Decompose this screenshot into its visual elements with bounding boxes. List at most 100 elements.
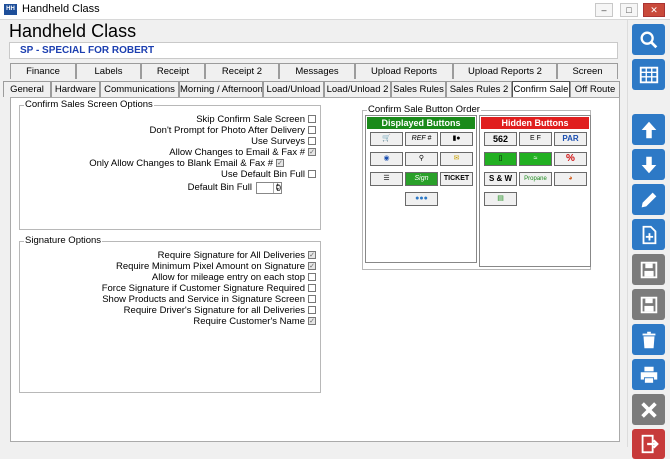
edit-button[interactable] [632, 184, 665, 215]
ref-number-icon[interactable]: REF # [405, 132, 438, 146]
checkbox[interactable] [308, 115, 316, 123]
group-label: Confirm Sales Screen Options [24, 99, 154, 110]
tab-receipt-2[interactable]: Receipt 2 [205, 63, 279, 79]
sw-icon[interactable]: S & W [484, 172, 517, 186]
notebook-icon[interactable]: ▤ [484, 192, 517, 206]
id-card-icon[interactable]: ▯ [484, 152, 517, 166]
option-dont-prompt-photo[interactable]: Don't Prompt for Photo After Delivery [150, 125, 316, 136]
option-use-surveys[interactable]: Use Surveys [251, 136, 316, 147]
checkbox[interactable] [308, 306, 316, 314]
tab-row-2: General Hardware Communications Morning … [3, 81, 621, 97]
tab-sales-rules-2[interactable]: Sales Rules 2 [446, 81, 512, 97]
option-allow-email-fax-changes[interactable]: Allow Changes to Email & Fax # ✓ [169, 147, 316, 158]
tab-hardware[interactable]: Hardware [51, 81, 100, 97]
checkbox[interactable] [308, 126, 316, 134]
confirm-sale-panel: Confirm Sales Screen Options Skip Confir… [10, 97, 620, 442]
page-title: Handheld Class [9, 21, 137, 41]
tab-receipt[interactable]: Receipt [141, 63, 205, 79]
option-require-driver-signature[interactable]: Require Driver's Signature for all Deliv… [124, 305, 316, 316]
tab-confirm-sale[interactable]: Confirm Sale [512, 81, 570, 97]
option-mileage-entry[interactable]: Allow for mileage entry on each stop [152, 272, 316, 283]
tab-upload-reports-2[interactable]: Upload Reports 2 [453, 63, 557, 79]
move-down-button[interactable] [632, 149, 665, 180]
propane-icon[interactable]: Propane [519, 172, 552, 186]
envelope-icon[interactable]: ✉ [440, 152, 473, 166]
tab-upload-reports[interactable]: Upload Reports [355, 63, 453, 79]
checkbox-checked[interactable]: ✓ [308, 317, 316, 325]
save-new-icon [640, 261, 657, 278]
arrow-down-icon [641, 156, 656, 173]
tab-off-route[interactable]: Off Route [570, 81, 620, 97]
page-count-icon[interactable]: ▮● [440, 132, 473, 146]
globe-icon[interactable]: ◉ [370, 152, 403, 166]
checkbox[interactable] [308, 170, 316, 178]
tab-sales-rules[interactable]: Sales Rules [391, 81, 446, 97]
default-bin-full-stepper[interactable]: 0 ▲ ▼ [256, 182, 282, 194]
checkbox[interactable] [308, 284, 316, 292]
minimize-button[interactable]: – [595, 3, 613, 17]
search-button[interactable] [632, 24, 665, 55]
wifi-icon[interactable]: ≈ [519, 152, 552, 166]
ticket-icon[interactable]: TICKET [440, 172, 473, 186]
delete-button[interactable] [632, 324, 665, 355]
par-icon[interactable]: PAR [554, 132, 587, 146]
option-skip-confirm-sale[interactable]: Skip Confirm Sale Screen [196, 114, 316, 125]
tab-finance[interactable]: Finance [10, 63, 76, 79]
exit-button[interactable] [632, 429, 665, 459]
main-area: Handheld Class SP - SPECIAL FOR ROBERT F… [0, 20, 627, 447]
option-min-pixel-signature[interactable]: Require Minimum Pixel Amount on Signatur… [116, 261, 316, 272]
tab-morning-afternoon[interactable]: Morning / Afternoon [179, 81, 263, 97]
odometer-icon[interactable]: 562 [484, 132, 517, 146]
move-up-button[interactable] [632, 114, 665, 145]
record-subtitle: SP - SPECIAL FOR ROBERT [9, 42, 618, 59]
option-force-signature[interactable]: Force Signature if Customer Signature Re… [102, 283, 316, 294]
percent-icon[interactable]: % [554, 152, 587, 166]
tab-messages[interactable]: Messages [279, 63, 355, 79]
group-label: Confirm Sale Button Order [367, 104, 481, 115]
hidden-buttons-header: Hidden Buttons [481, 117, 589, 129]
option-show-products-services[interactable]: Show Products and Service in Signature S… [102, 294, 316, 305]
checkbox-checked[interactable]: ✓ [276, 159, 284, 167]
checkbox-checked[interactable]: ✓ [308, 262, 316, 270]
tab-labels[interactable]: Labels [76, 63, 141, 79]
checkbox-checked[interactable]: ✓ [308, 251, 316, 259]
save-new-button[interactable] [632, 254, 665, 285]
print-button[interactable] [632, 359, 665, 390]
save-button[interactable] [632, 289, 665, 320]
option-only-blank-email-fax[interactable]: Only Allow Changes to Blank Email & Fax … [89, 158, 284, 169]
confirm-sales-group: Confirm Sales Screen Options Skip Confir… [19, 99, 321, 230]
checkbox[interactable] [308, 137, 316, 145]
option-use-default-bin-full[interactable]: Use Default Bin Full [221, 169, 316, 180]
tab-load-unload-2[interactable]: Load/Unload 2 [324, 81, 391, 97]
checkbox-checked[interactable]: ✓ [308, 148, 316, 156]
cart-icon[interactable]: 🛒 [370, 132, 403, 146]
right-toolbar [627, 20, 670, 459]
close-button[interactable]: ✕ [643, 3, 665, 17]
button-order-group: Confirm Sale Button Order Displayed Butt… [362, 104, 591, 270]
tab-communications[interactable]: Communications [100, 81, 179, 97]
checkbox[interactable] [308, 295, 316, 303]
list-icon[interactable]: ☰ [370, 172, 403, 186]
tab-load-unload[interactable]: Load/Unload [263, 81, 324, 97]
cancel-icon [640, 401, 657, 418]
tab-screen[interactable]: Screen [557, 63, 618, 79]
tab-general[interactable]: General [3, 81, 51, 97]
grid-button[interactable] [632, 59, 665, 90]
cancel-button[interactable] [632, 394, 665, 425]
checkbox[interactable] [308, 273, 316, 281]
spin-arrows-icon[interactable]: ▲ ▼ [273, 183, 281, 193]
option-require-signature-all[interactable]: Require Signature for All Deliveries ✓ [158, 250, 316, 261]
sign-icon[interactable]: Sign [405, 172, 438, 186]
default-bin-full-label: Default Bin Full [187, 182, 252, 193]
chat-icon[interactable]: ●●● [405, 192, 438, 206]
magnifier-icon[interactable]: ⚲ [405, 152, 438, 166]
new-button[interactable] [632, 219, 665, 250]
title-bar: HH Handheld Class – □ ✕ [0, 0, 670, 20]
displayed-buttons-list: Displayed Buttons 🛒 REF # ▮● ◉ ⚲ ✉ ☰ Sig… [365, 115, 477, 263]
signature-options-group: Signature Options Require Signature for … [19, 235, 321, 393]
maximize-button[interactable]: □ [620, 3, 638, 17]
fuel-gauge-icon[interactable]: E F [519, 132, 552, 146]
trash-icon [642, 331, 655, 348]
option-require-customer-name[interactable]: Require Customer's Name ✓ [193, 316, 316, 327]
gauge-icon[interactable]: ◕ [554, 172, 587, 186]
